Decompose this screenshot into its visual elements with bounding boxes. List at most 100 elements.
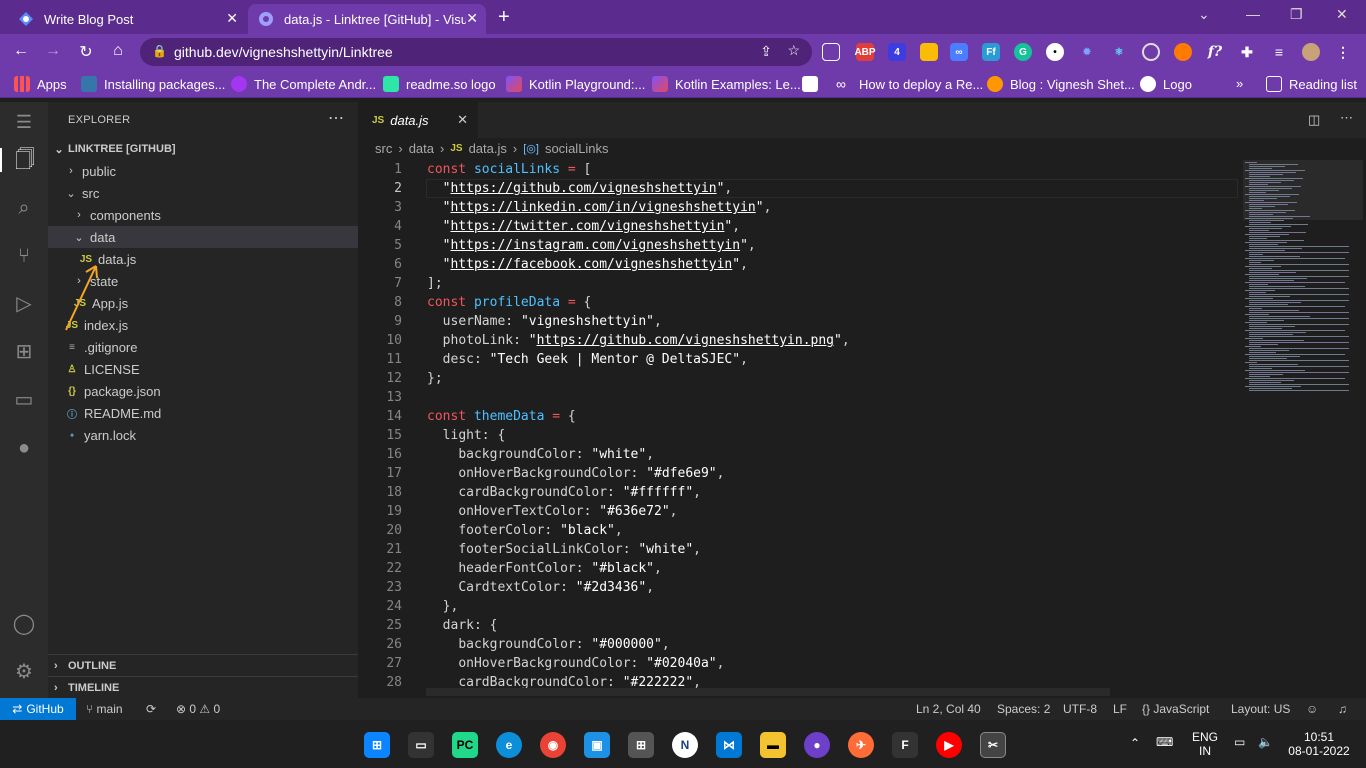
cursor-position[interactable]: Ln 2, Col 40 bbox=[916, 702, 981, 716]
home-icon[interactable]: ⌂ bbox=[107, 42, 129, 60]
hidden-icons-chevron-icon[interactable]: ⌃ bbox=[1130, 736, 1140, 750]
encoding[interactable]: UTF-8 bbox=[1063, 702, 1097, 716]
docker-icon[interactable]: ▣ bbox=[584, 732, 610, 758]
run-debug-icon[interactable]: ▷ bbox=[12, 292, 36, 316]
address-bar[interactable]: 🔒 github.dev/vigneshshettyin/Linktree ⇪ … bbox=[140, 38, 812, 66]
language-mode[interactable]: {} JavaScript bbox=[1142, 702, 1209, 716]
extension-window-icon[interactable] bbox=[822, 43, 840, 61]
close-window-icon[interactable]: ✕ bbox=[1336, 6, 1348, 23]
horizontal-scrollbar[interactable] bbox=[426, 688, 1110, 696]
breadcrumb-data[interactable]: data bbox=[409, 141, 434, 156]
edge-icon[interactable]: e bbox=[496, 732, 522, 758]
react-devtools-icon[interactable]: ⚛ bbox=[1110, 43, 1128, 61]
explorer-icon[interactable]: 🗍 bbox=[0, 148, 48, 172]
github-desktop-icon[interactable]: ● bbox=[804, 732, 830, 758]
terminal-icon[interactable]: ▭ bbox=[408, 732, 434, 758]
file-explorer-icon[interactable]: ▬ bbox=[760, 732, 786, 758]
start-menu-icon[interactable]: ⊞ bbox=[364, 732, 390, 758]
restore-icon[interactable]: ❐ bbox=[1290, 6, 1303, 23]
extensions-puzzle-icon[interactable]: ✚ bbox=[1238, 43, 1256, 61]
network-icon[interactable]: ▭ bbox=[1234, 735, 1245, 749]
minimap[interactable] bbox=[1243, 160, 1363, 400]
forward-icon[interactable]: → bbox=[42, 42, 64, 60]
tree-item-readme[interactable]: ⓘ README.md bbox=[48, 402, 358, 424]
snipping-tool-icon[interactable]: ✂ bbox=[980, 732, 1006, 758]
breadcrumb-src[interactable]: src bbox=[375, 141, 392, 156]
editor-tab-data-js[interactable]: JS data.js ✕ bbox=[358, 102, 478, 138]
firefox-relay-icon[interactable] bbox=[1174, 43, 1192, 61]
source-control-icon[interactable]: ⑂ bbox=[12, 244, 36, 268]
bookmark-readme-logo[interactable]: readme.so logo bbox=[383, 76, 496, 92]
code-editor[interactable]: 1 const socialLinks = [2 "https://github.… bbox=[358, 160, 1238, 696]
reload-icon[interactable]: ↻ bbox=[75, 42, 97, 62]
bookmark-installing-packages[interactable]: Installing packages... bbox=[81, 76, 225, 92]
browser-tab-write-blog-post[interactable]: Write Blog Post ✕ bbox=[8, 4, 246, 34]
extension-face-icon[interactable]: • bbox=[1046, 43, 1064, 61]
extension-gear-icon[interactable]: ✹ bbox=[1078, 43, 1096, 61]
bookmark-kotlin-examples[interactable]: Kotlin Examples: Le... bbox=[652, 76, 801, 92]
reading-list[interactable]: Reading list bbox=[1266, 76, 1357, 92]
outline-panel-header[interactable]: › OUTLINE bbox=[48, 654, 358, 676]
extension-colorful-icon[interactable] bbox=[920, 43, 938, 61]
bookmark-how-to-deploy[interactable]: ∞ How to deploy a Re... bbox=[836, 76, 983, 92]
close-editor-icon[interactable]: ✕ bbox=[457, 112, 468, 128]
media-control-icon[interactable]: ≡ bbox=[1270, 43, 1288, 61]
workspace-root[interactable]: ⌄ LINKTREE [GITHUB] bbox=[48, 138, 358, 160]
bookmark-logo[interactable]: Logo bbox=[1140, 76, 1192, 92]
close-tab-icon[interactable]: ✕ bbox=[466, 10, 478, 27]
settings-gear-icon[interactable]: ⚙ bbox=[12, 660, 36, 684]
postman-icon[interactable]: ✈ bbox=[848, 732, 874, 758]
adblock-icon[interactable]: ABP bbox=[854, 43, 876, 61]
minimize-icon[interactable]: — bbox=[1246, 6, 1260, 22]
bookmark-tcs[interactable] bbox=[802, 76, 825, 92]
indentation[interactable]: Spaces: 2 bbox=[997, 702, 1050, 716]
browser-tab-vscode[interactable]: data.js - Linktree [GitHub] - Visua ✕ bbox=[248, 4, 486, 34]
bookmark-complete-android[interactable]: The Complete Andr... bbox=[231, 76, 376, 92]
vscode-icon[interactable]: ⋈ bbox=[716, 732, 742, 758]
clock[interactable]: 10:51 08-01-2022 bbox=[1286, 730, 1352, 758]
sync-icon[interactable]: ⟳ bbox=[146, 702, 156, 716]
extension-link-icon[interactable]: ∞ bbox=[950, 43, 968, 61]
share-icon[interactable]: ⇪ bbox=[760, 43, 772, 60]
input-language[interactable]: ENG IN bbox=[1190, 730, 1220, 758]
tree-item-components[interactable]: › components bbox=[48, 204, 358, 226]
new-tab-icon[interactable]: + bbox=[498, 6, 510, 29]
tree-item-data[interactable]: ⌄ data bbox=[48, 226, 358, 248]
bookmark-blog[interactable]: Blog : Vignesh Shet... bbox=[987, 76, 1135, 92]
tree-item-public[interactable]: › public bbox=[48, 160, 358, 182]
browser-menu-icon[interactable]: ⋮ bbox=[1334, 43, 1352, 61]
keyboard-icon[interactable]: ⌨ bbox=[1156, 735, 1173, 749]
extension-badge-icon[interactable]: 4 bbox=[888, 43, 906, 61]
breadcrumb-symbol[interactable]: socialLinks bbox=[545, 141, 609, 156]
branch-indicator[interactable]: ⑂ main bbox=[86, 702, 123, 716]
extension-circle-icon[interactable] bbox=[1142, 43, 1160, 61]
tab-search-icon[interactable]: ⌄ bbox=[1198, 6, 1210, 23]
profile-avatar[interactable] bbox=[1302, 43, 1320, 61]
github-icon[interactable]: ● bbox=[12, 436, 36, 460]
remote-indicator[interactable]: ⇄ GitHub bbox=[0, 698, 76, 720]
breadcrumb-file[interactable]: data.js bbox=[469, 141, 507, 156]
tree-item-package-json[interactable]: {} package.json bbox=[48, 380, 358, 402]
menu-icon[interactable]: ☰ bbox=[12, 110, 36, 134]
close-tab-icon[interactable]: ✕ bbox=[226, 10, 238, 27]
microsoft-store-icon[interactable]: ⊞ bbox=[628, 732, 654, 758]
tree-item-license[interactable]: ♙ LICENSE bbox=[48, 358, 358, 380]
more-actions-icon[interactable]: ⋯ bbox=[328, 108, 344, 128]
search-icon[interactable]: ⌕ bbox=[12, 196, 36, 220]
split-editor-icon[interactable]: ◫ bbox=[1308, 112, 1320, 128]
end-of-line[interactable]: LF bbox=[1113, 702, 1127, 716]
onenote-icon[interactable]: N bbox=[672, 732, 698, 758]
timeline-panel-header[interactable]: › TIMELINE bbox=[48, 676, 358, 698]
notifications-bell-icon[interactable]: ♫ bbox=[1338, 702, 1347, 716]
tree-item-src[interactable]: ⌄ src bbox=[48, 182, 358, 204]
problems-indicator[interactable]: ⊗ 0 ⚠ 0 bbox=[176, 702, 220, 716]
feedback-icon[interactable]: ☺ bbox=[1306, 702, 1318, 716]
bookmark-apps[interactable]: Apps bbox=[14, 76, 67, 92]
tree-item-gitignore[interactable]: ≡ .gitignore bbox=[48, 336, 358, 358]
bookmark-kotlin-playground[interactable]: Kotlin Playground:... bbox=[506, 76, 645, 92]
volume-icon[interactable]: 🔈 bbox=[1258, 735, 1273, 749]
youtube-music-icon[interactable]: ▶ bbox=[936, 732, 962, 758]
more-bookmarks-icon[interactable]: » bbox=[1236, 76, 1243, 91]
accounts-icon[interactable]: ◯ bbox=[12, 612, 36, 636]
back-icon[interactable]: ← bbox=[10, 42, 32, 60]
